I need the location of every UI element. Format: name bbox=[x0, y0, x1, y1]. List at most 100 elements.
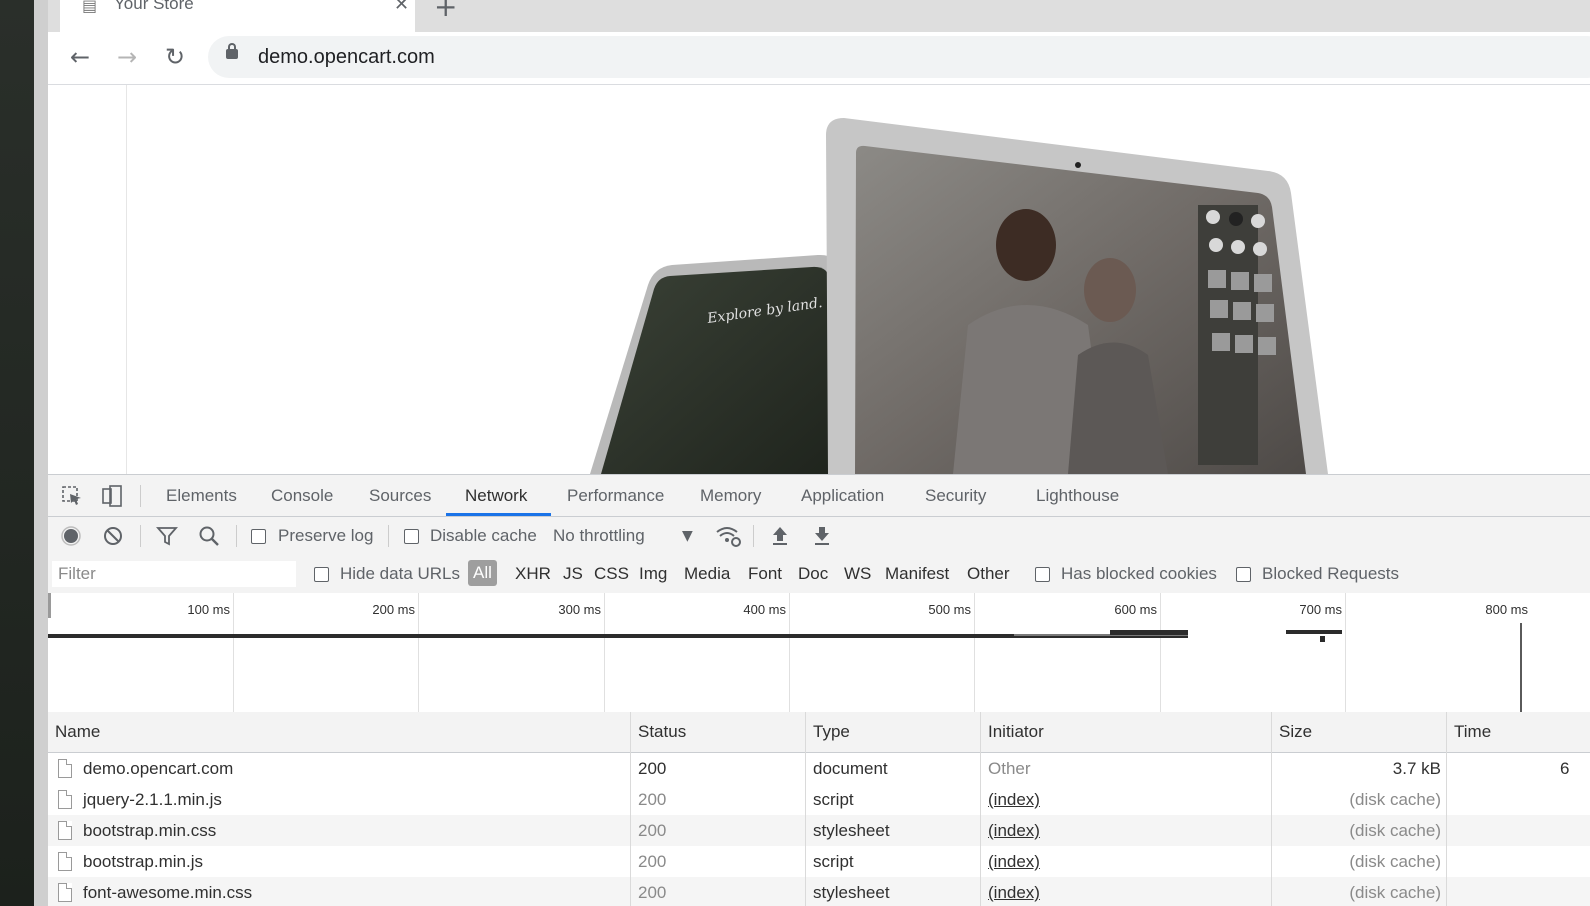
column-divider[interactable] bbox=[1446, 712, 1447, 906]
column-header-time[interactable]: Time bbox=[1454, 722, 1491, 742]
address-bar[interactable]: demo.opencart.com bbox=[208, 36, 1590, 78]
new-tab-icon[interactable]: + bbox=[434, 0, 457, 23]
type-filter-img[interactable]: Img bbox=[639, 564, 667, 584]
tab-sources[interactable]: Sources bbox=[369, 486, 431, 506]
column-divider[interactable] bbox=[1271, 712, 1272, 906]
blocked-requests-label[interactable]: Blocked Requests bbox=[1262, 564, 1399, 584]
column-header-status[interactable]: Status bbox=[638, 722, 686, 742]
type-filter-css[interactable]: CSS bbox=[594, 564, 629, 584]
devtools-panel: Elements Console Sources Network Perform… bbox=[48, 474, 1590, 906]
waterfall-bar bbox=[1320, 636, 1325, 642]
inspect-element-icon[interactable] bbox=[60, 484, 84, 508]
record-icon[interactable] bbox=[60, 525, 82, 547]
waterfall-bar bbox=[1110, 630, 1188, 635]
overview-left-handle[interactable] bbox=[48, 593, 51, 618]
column-header-type[interactable]: Type bbox=[813, 722, 850, 742]
tab-console[interactable]: Console bbox=[271, 486, 333, 506]
preserve-log-label[interactable]: Preserve log bbox=[278, 526, 373, 546]
preserve-log-checkbox[interactable] bbox=[251, 529, 266, 544]
type-filter-ws[interactable]: WS bbox=[844, 564, 871, 584]
type-filter-xhr[interactable]: XHR bbox=[515, 564, 551, 584]
tab-security[interactable]: Security bbox=[925, 486, 986, 506]
request-initiator-link[interactable]: (index) bbox=[988, 883, 1040, 903]
toolbar-divider bbox=[753, 525, 754, 547]
forward-button[interactable]: → bbox=[111, 41, 143, 73]
request-size: (disk cache) bbox=[1349, 821, 1441, 840]
window-edge bbox=[34, 0, 48, 906]
table-row[interactable]: bootstrap.min.css 200 stylesheet (index)… bbox=[48, 815, 1590, 846]
column-header-size[interactable]: Size bbox=[1279, 722, 1312, 742]
type-filter-js[interactable]: JS bbox=[563, 564, 583, 584]
table-row[interactable]: demo.opencart.com 200 document Other 3.7… bbox=[48, 753, 1590, 784]
column-header-initiator[interactable]: Initiator bbox=[988, 722, 1044, 742]
type-filter-font[interactable]: Font bbox=[748, 564, 782, 584]
search-icon[interactable] bbox=[198, 525, 220, 547]
request-size: 3.7 kB bbox=[1392, 759, 1441, 778]
script-file-icon bbox=[58, 852, 72, 871]
tick-gridline bbox=[233, 593, 234, 712]
export-har-icon[interactable] bbox=[812, 525, 832, 547]
table-header: Name Status Type Initiator Size Time bbox=[48, 712, 1590, 753]
tick-label: 800 ms bbox=[1485, 602, 1528, 617]
request-status: 200 bbox=[638, 790, 667, 809]
tick-gridline bbox=[1160, 593, 1161, 712]
browser-tab[interactable]: ▤ Your Store ✕ bbox=[60, 0, 415, 32]
tab-memory[interactable]: Memory bbox=[700, 486, 761, 506]
request-initiator-link[interactable]: (index) bbox=[988, 821, 1040, 841]
disable-cache-label[interactable]: Disable cache bbox=[430, 526, 537, 546]
table-row[interactable]: bootstrap.min.js 200 script (index) (dis… bbox=[48, 846, 1590, 877]
hide-data-urls-label[interactable]: Hide data URLs bbox=[340, 564, 460, 584]
column-divider[interactable] bbox=[630, 712, 631, 906]
has-blocked-cookies-checkbox[interactable] bbox=[1035, 567, 1050, 582]
type-filter-media[interactable]: Media bbox=[684, 564, 730, 584]
back-button[interactable]: ← bbox=[64, 41, 96, 73]
clear-icon[interactable] bbox=[102, 525, 124, 547]
request-initiator: Other bbox=[988, 759, 1031, 778]
chevron-down-icon[interactable]: ▼ bbox=[682, 528, 693, 544]
import-har-icon[interactable] bbox=[770, 525, 790, 547]
blocked-requests-checkbox[interactable] bbox=[1236, 567, 1251, 582]
type-filter-manifest[interactable]: Manifest bbox=[885, 564, 949, 584]
request-name[interactable]: jquery-2.1.1.min.js bbox=[83, 790, 222, 810]
has-blocked-cookies-label[interactable]: Has blocked cookies bbox=[1061, 564, 1217, 584]
column-divider[interactable] bbox=[980, 712, 981, 906]
browser-toolbar: ← → ↻ demo.opencart.com bbox=[48, 32, 1590, 85]
tab-application[interactable]: Application bbox=[801, 486, 884, 506]
request-name[interactable]: font-awesome.min.css bbox=[83, 883, 252, 903]
network-conditions-icon[interactable] bbox=[715, 524, 743, 548]
tab-lighthouse[interactable]: Lighthouse bbox=[1036, 486, 1119, 506]
network-toolbar: Preserve log Disable cache No throttling… bbox=[48, 517, 1590, 556]
request-type: script bbox=[813, 790, 854, 809]
browser-window: ▤ Your Store ✕ + ← → ↻ demo.opencart.com bbox=[48, 0, 1590, 906]
disable-cache-checkbox[interactable] bbox=[404, 529, 419, 544]
close-tab-icon[interactable]: ✕ bbox=[394, 0, 409, 15]
tab-elements[interactable]: Elements bbox=[166, 486, 237, 506]
request-type: document bbox=[813, 759, 888, 778]
request-name[interactable]: bootstrap.min.css bbox=[83, 821, 216, 841]
tick-label: 500 ms bbox=[928, 602, 971, 617]
column-header-name[interactable]: Name bbox=[55, 722, 100, 742]
type-filter-other[interactable]: Other bbox=[967, 564, 1010, 584]
type-filter-all[interactable]: All bbox=[468, 560, 497, 586]
request-status: 200 bbox=[638, 883, 667, 902]
table-row[interactable]: jquery-2.1.1.min.js 200 script (index) (… bbox=[48, 784, 1590, 815]
device-toolbar-icon[interactable] bbox=[100, 484, 124, 508]
type-filter-doc[interactable]: Doc bbox=[798, 564, 828, 584]
lock-icon[interactable] bbox=[226, 43, 238, 59]
reload-button[interactable]: ↻ bbox=[159, 41, 191, 73]
filter-icon[interactable] bbox=[156, 526, 178, 546]
request-initiator-link[interactable]: (index) bbox=[988, 790, 1040, 810]
table-row[interactable]: font-awesome.min.css 200 stylesheet (ind… bbox=[48, 877, 1590, 906]
tab-performance[interactable]: Performance bbox=[567, 486, 664, 506]
request-name[interactable]: bootstrap.min.js bbox=[83, 852, 203, 872]
request-initiator-link[interactable]: (index) bbox=[988, 852, 1040, 872]
request-type: stylesheet bbox=[813, 821, 890, 840]
tab-network[interactable]: Network bbox=[465, 486, 527, 506]
request-name[interactable]: demo.opencart.com bbox=[83, 759, 233, 779]
network-overview[interactable]: 100 ms 200 ms 300 ms 400 ms 500 ms 600 m… bbox=[48, 593, 1590, 713]
url-text[interactable]: demo.opencart.com bbox=[258, 46, 435, 69]
throttling-select[interactable]: No throttling bbox=[553, 526, 645, 546]
hide-data-urls-checkbox[interactable] bbox=[314, 567, 329, 582]
filter-input[interactable] bbox=[52, 561, 296, 587]
column-divider[interactable] bbox=[805, 712, 806, 906]
